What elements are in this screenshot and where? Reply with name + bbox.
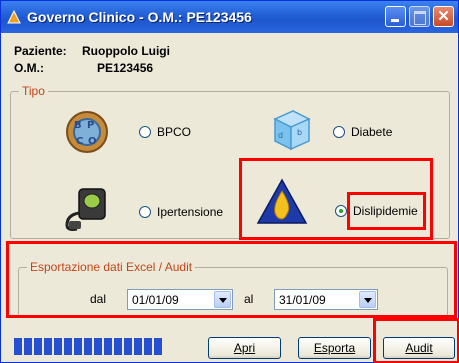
minimize-button[interactable] (385, 6, 406, 27)
apri-button-label: Apri (233, 341, 256, 355)
esporta-button[interactable]: Esporta (298, 337, 371, 359)
progress-segment (14, 338, 22, 355)
progress-segment (94, 338, 102, 355)
progress-segment (104, 338, 112, 355)
highlight-dislipidemie-radio (347, 192, 426, 230)
window-title: Governo Clinico - O.M.: PE123456 (27, 9, 252, 25)
radio-ipertensione-label: Ipertensione (157, 205, 224, 219)
svg-text:P: P (87, 120, 94, 131)
progress-segment (134, 338, 142, 355)
progress-segment (44, 338, 52, 355)
progress-bar (14, 338, 179, 356)
close-icon: ✕ (437, 8, 450, 25)
tipo-group-label: Tipo (19, 84, 48, 98)
radio-diabete[interactable]: Diabete (333, 125, 392, 139)
progress-segment (64, 338, 72, 355)
patient-label: Paziente: (14, 44, 67, 58)
progress-segment (74, 338, 82, 355)
progress-segment (34, 338, 42, 355)
svg-text:O: O (88, 136, 97, 147)
om-value: PE123456 (97, 61, 154, 75)
radio-diabete-dot[interactable] (333, 126, 345, 138)
svg-text:C: C (76, 136, 83, 147)
highlight-audit-button (373, 318, 459, 363)
title-bar[interactable]: Governo Clinico - O.M.: PE123456 ✕ (1, 1, 458, 33)
progress-segment (154, 338, 162, 355)
progress-segment (24, 338, 32, 355)
progress-segment (114, 338, 122, 355)
highlight-export-area (6, 241, 457, 318)
bpco-icon: B P C O (66, 111, 108, 153)
main-window: Governo Clinico - O.M.: PE123456 ✕ Pazie… (0, 0, 459, 363)
svg-text:d: d (278, 131, 283, 140)
svg-text:b: b (297, 128, 302, 137)
radio-bpco-dot[interactable] (139, 126, 151, 138)
maximize-button[interactable] (409, 6, 430, 27)
close-button[interactable]: ✕ (433, 6, 454, 27)
progress-segment (144, 338, 152, 355)
svg-text:B: B (74, 120, 82, 131)
esporta-button-label: Esporta (313, 341, 356, 355)
patient-name: Ruoppolo Luigi (82, 44, 170, 58)
radio-diabete-label: Diabete (351, 125, 393, 139)
radio-bpco-label: BPCO (157, 125, 192, 139)
ipertensione-icon (65, 188, 106, 231)
progress-segment (124, 338, 132, 355)
app-icon (7, 10, 21, 24)
progress-segment (54, 338, 62, 355)
om-label: O.M.: (14, 61, 44, 75)
radio-ipertensione[interactable]: Ipertensione (139, 205, 223, 219)
diabete-icon: d b (273, 110, 311, 151)
apri-button[interactable]: Apri (208, 337, 281, 359)
radio-ipertensione-dot[interactable] (139, 206, 151, 218)
progress-segment (84, 338, 92, 355)
radio-bpco[interactable]: BPCO (139, 125, 191, 139)
